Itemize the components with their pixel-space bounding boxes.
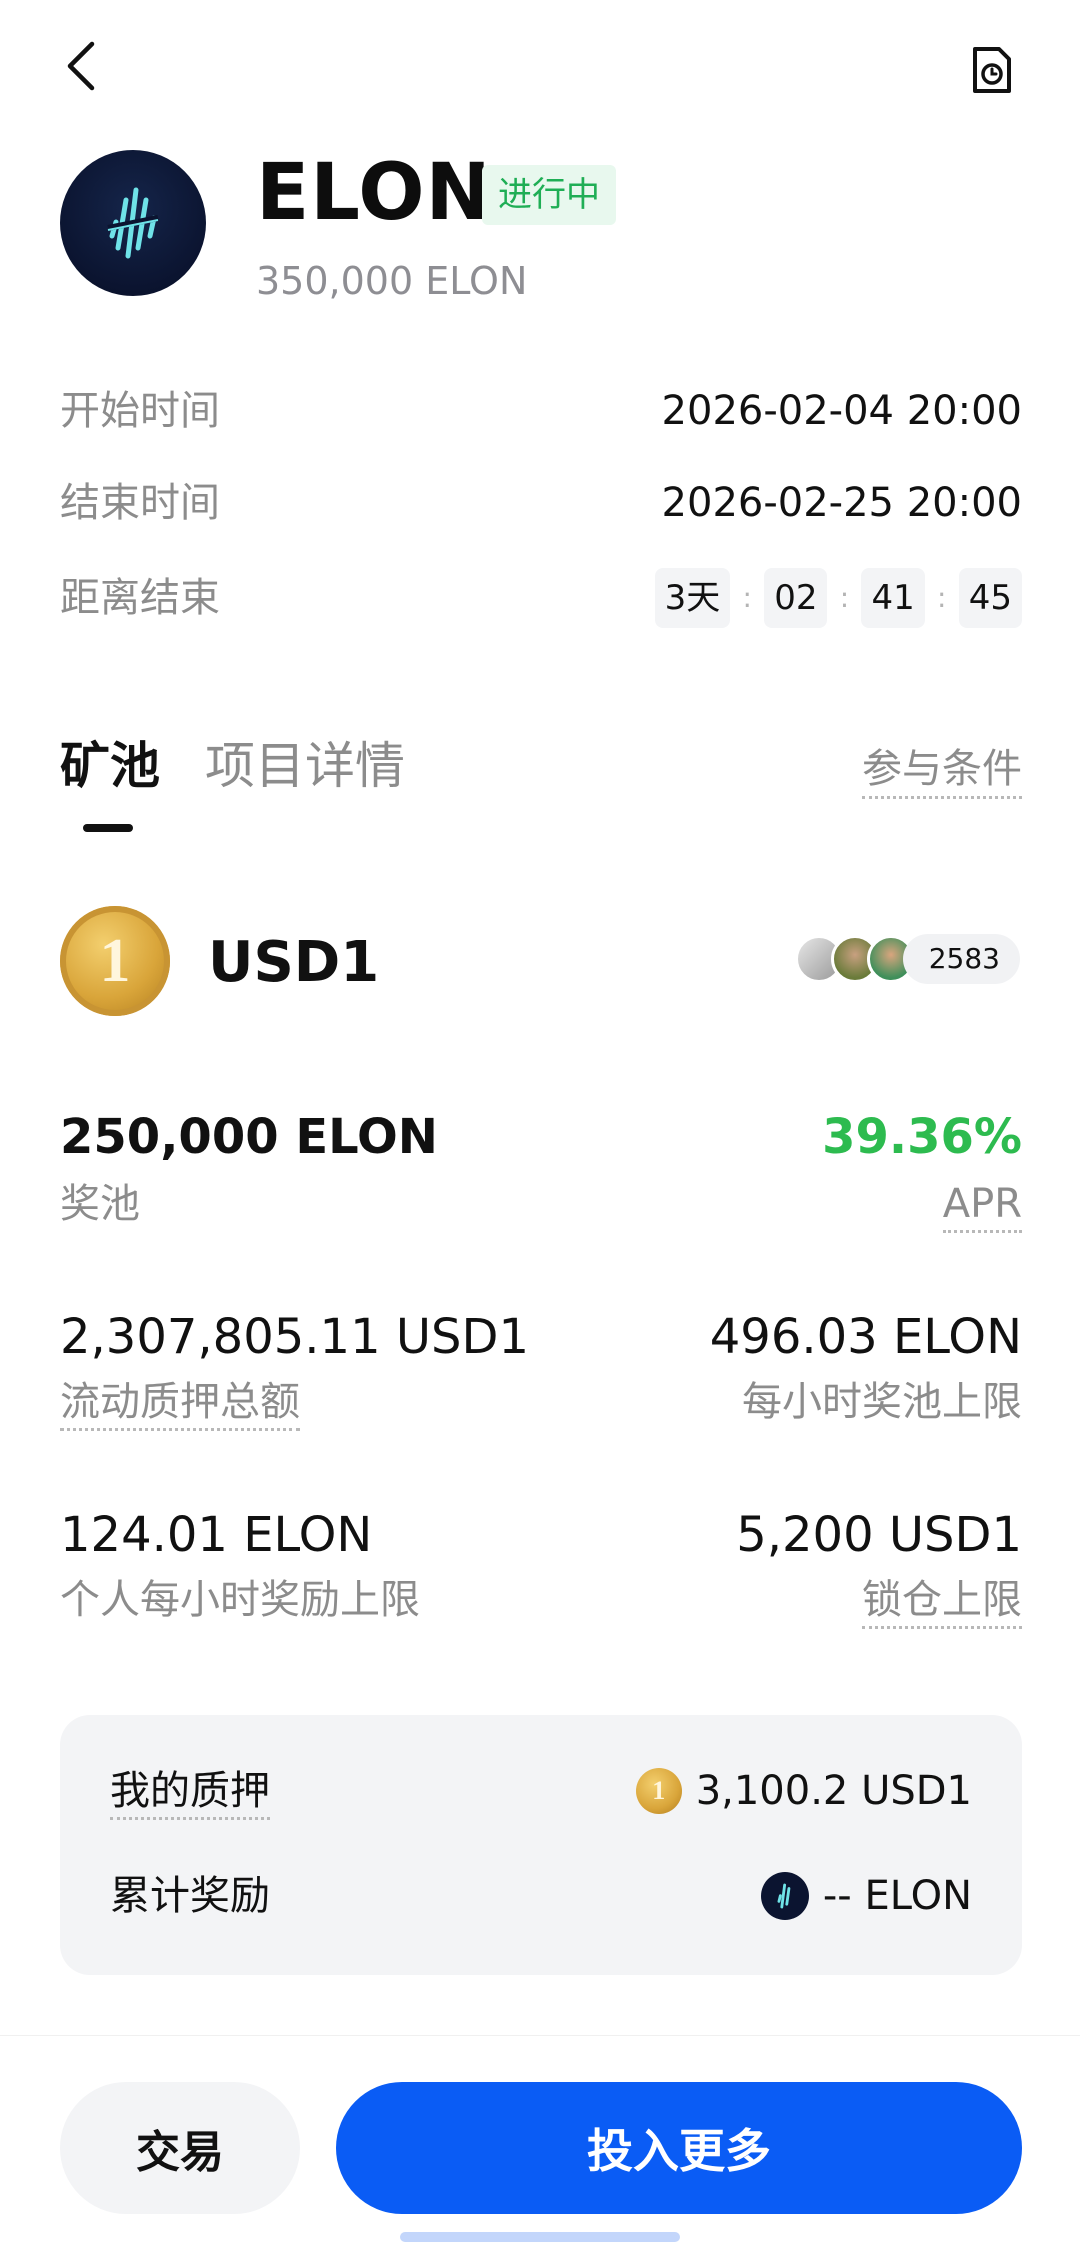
countdown-seconds: 45 <box>958 568 1022 628</box>
hourly-cap-label: 每小时奖池上限 <box>742 1379 1022 1425</box>
accumulated-reward-label: 累计奖励 <box>110 1873 270 1919</box>
active-tab-indicator <box>83 824 133 832</box>
hourly-cap-value: 496.03 ELON <box>709 1309 1022 1365</box>
elon-logo-icon <box>107 187 159 259</box>
invest-more-button[interactable]: 投入更多 <box>336 2082 1022 2214</box>
home-indicator <box>400 2232 680 2242</box>
my-stake-value: 3,100.2 USD1 <box>695 1768 972 1814</box>
personal-cap-value: 124.01 ELON <box>60 1507 373 1563</box>
total-staked-label[interactable]: 流动质押总额 <box>60 1376 300 1431</box>
status-badge: 进行中 <box>482 165 616 225</box>
usd1-coin-icon: 1 <box>635 1768 682 1814</box>
document-clock-icon <box>973 47 1011 93</box>
start-time-value: 2026-02-04 20:00 <box>661 388 1022 434</box>
participation-conditions-link[interactable]: 参与条件 <box>862 744 1022 799</box>
countdown-days: 3天 <box>654 568 731 628</box>
lock-cap-label[interactable]: 锁仓上限 <box>862 1574 1022 1629</box>
my-stake-label[interactable]: 我的质押 <box>110 1765 270 1820</box>
total-staked-value: 2,307,805.11 USD1 <box>60 1309 529 1365</box>
countdown-separator: : <box>742 581 752 614</box>
history-button[interactable] <box>962 40 1022 100</box>
accumulated-reward-value: -- ELON <box>822 1873 972 1919</box>
chevron-left-icon <box>67 41 95 91</box>
elon-token-icon <box>760 1872 809 1920</box>
apr-value: 39.36% <box>822 1109 1022 1165</box>
pool-name: USD1 <box>208 930 380 995</box>
token-total-amount: 350,000 ELON <box>256 259 528 303</box>
my-stake-card: 我的质押 1 3,100.2 USD1 累计奖励 -- ELON <box>60 1715 1022 1975</box>
lock-cap-value: 5,200 USD1 <box>736 1507 1022 1563</box>
trade-button[interactable]: 交易 <box>60 2082 300 2214</box>
usd1-coin-digit: 1 <box>99 926 131 995</box>
elon-logo-icon <box>777 1883 791 1909</box>
end-time-label: 结束时间 <box>60 480 220 526</box>
tab-pool[interactable]: 矿池 <box>60 736 160 796</box>
participants-group[interactable]: 2583 <box>794 934 1020 984</box>
usd1-coin-icon: 1 <box>60 906 170 1016</box>
token-name: ELON <box>256 148 492 238</box>
prize-pool-label: 奖池 <box>60 1181 140 1227</box>
countdown-minutes: 41 <box>861 568 925 628</box>
prize-pool-value: 250,000 ELON <box>60 1109 438 1165</box>
countdown-separator: : <box>839 581 850 614</box>
my-stake-value-group: 1 3,100.2 USD1 <box>635 1765 972 1817</box>
countdown-hours: 02 <box>764 568 828 628</box>
tab-project-details[interactable]: 项目详情 <box>205 736 405 796</box>
end-time-value: 2026-02-25 20:00 <box>661 480 1022 526</box>
countdown-separator: : <box>937 581 947 614</box>
apr-label[interactable]: APR <box>942 1178 1022 1233</box>
back-button[interactable] <box>50 36 110 96</box>
personal-cap-label: 个人每小时奖励上限 <box>60 1577 420 1623</box>
countdown-timer: 3天 : 02 : 41 : 45 <box>654 568 1022 628</box>
participant-count: 2583 <box>902 934 1020 984</box>
bottom-divider <box>0 2035 1080 2036</box>
start-time-label: 开始时间 <box>60 388 220 434</box>
elon-token-logo <box>60 150 206 296</box>
remaining-time-label: 距离结束 <box>60 575 220 621</box>
accumulated-reward-value-group: -- ELON <box>760 1870 972 1922</box>
